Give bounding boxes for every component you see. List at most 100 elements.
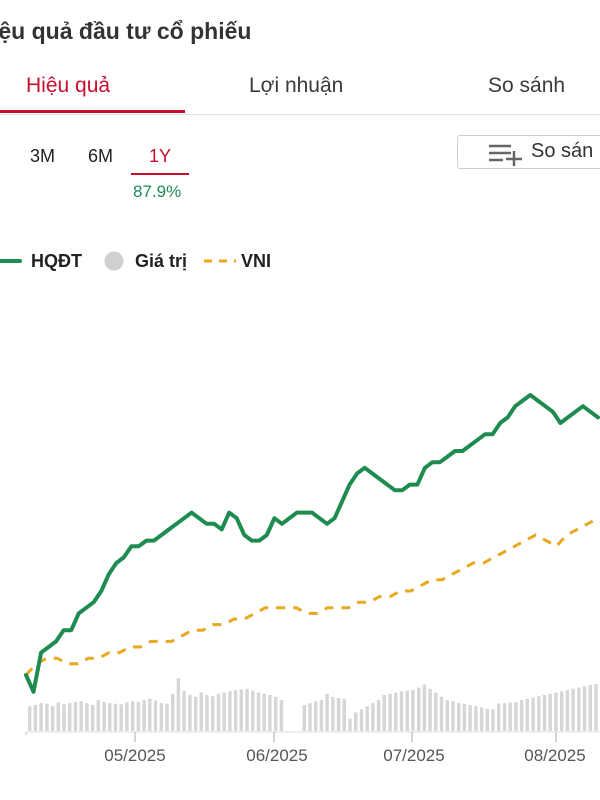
value-bar [79,701,83,731]
add-list-icon [488,142,524,171]
x-axis: 05/2025 06/2025 07/2025 08/2025 [25,731,600,765]
range-indicator [131,173,189,175]
value-bar [502,703,507,731]
value-bar [108,703,112,731]
value-bar [268,695,272,731]
value-bar [399,691,404,731]
value-bar [514,701,518,731]
value-bar [588,685,592,731]
value-bar [274,696,278,731]
value-bar [56,702,60,731]
page-title: iệu quả đầu tư cổ phiếu [0,18,252,44]
value-bar [319,700,324,731]
value-bars [28,678,598,731]
value-bar [205,695,209,731]
value-bar [365,706,369,731]
value-bar [251,690,255,731]
value-bar [582,686,587,731]
value-bar [325,693,329,731]
value-bar [422,684,427,731]
value-bar [382,695,386,731]
value-bar [239,689,243,731]
value-bar [336,698,341,731]
value-bar [68,703,72,731]
range-1y-button[interactable]: 1Y [149,146,171,167]
value-bar [222,692,226,731]
value-bar [376,700,381,731]
legend-hqdt-label[interactable]: HQĐT [31,251,82,272]
value-bar [542,695,547,731]
value-bar [491,709,495,731]
range-6m-button[interactable]: 6M [88,146,113,167]
legend-vni-label[interactable]: VNI [241,251,271,272]
value-bar [45,703,49,731]
value-bar [136,701,141,731]
value-bar [119,704,123,731]
value-bar [171,693,175,731]
legend-gia-tri-label[interactable]: Giá trị [135,251,187,272]
value-bar [182,690,186,731]
value-bar [342,698,346,731]
value-bar [33,705,38,731]
tab-loi-nhuan[interactable]: Lợi nhuận [249,70,343,114]
value-bar [256,692,261,731]
tab-so-sanh[interactable]: So sánh [488,70,565,114]
value-bar [411,690,415,731]
value-bar [113,703,118,731]
legend-gia-tri-swatch [104,251,124,271]
value-bar [354,712,358,731]
range-3m-button[interactable]: 3M [30,146,55,167]
value-bar [371,703,375,731]
value-bar [193,696,198,731]
value-bar [348,718,352,731]
value-bar [479,707,484,731]
value-bar [142,700,146,731]
value-bar [165,703,169,731]
value-bar [96,700,100,731]
value-bar [211,696,215,731]
value-bar [262,693,266,731]
value-bar [102,701,106,731]
value-bar [216,693,221,731]
value-bar [571,688,575,731]
value-bar [245,688,249,731]
value-bar [90,705,95,731]
value-bar [199,692,203,731]
value-bar [279,700,284,731]
value-bar [537,696,541,731]
value-bar [153,700,158,731]
value-bar [405,690,409,731]
tab-bar: Hiệu quả Lợi nhuận So sánh [0,70,600,115]
value-bar [451,701,455,731]
performance-chart: 05/2025 06/2025 07/2025 08/2025 [24,393,600,765]
value-bar [594,683,598,731]
value-bar [50,706,55,731]
x-tick-label: 08/2025 [524,746,585,765]
value-bar [131,701,135,731]
value-bar [445,700,449,731]
tab-hieu-qua[interactable]: Hiệu quả [26,70,110,114]
value-bar [62,704,66,731]
value-bar [302,705,306,731]
value-bar [73,701,78,731]
value-bar [28,706,32,731]
value-bar [497,703,501,731]
x-tick-label: 07/2025 [383,746,444,765]
compare-button-label: So sán [531,140,594,162]
value-bar [159,703,163,731]
value-bar [417,687,421,731]
value-bar [434,692,438,731]
value-bar [508,702,512,731]
x-tick-label: 05/2025 [104,746,165,765]
value-bar [577,687,581,731]
value-bar [428,688,432,731]
value-bar [548,693,552,731]
value-bar [148,698,152,731]
value-bar [85,703,89,731]
value-bar [233,690,238,731]
vni-series-line [24,516,599,677]
legend-vni-swatch [204,259,236,263]
value-bar [457,703,461,731]
value-bar [331,696,335,731]
compare-button[interactable]: So sán [457,135,600,169]
